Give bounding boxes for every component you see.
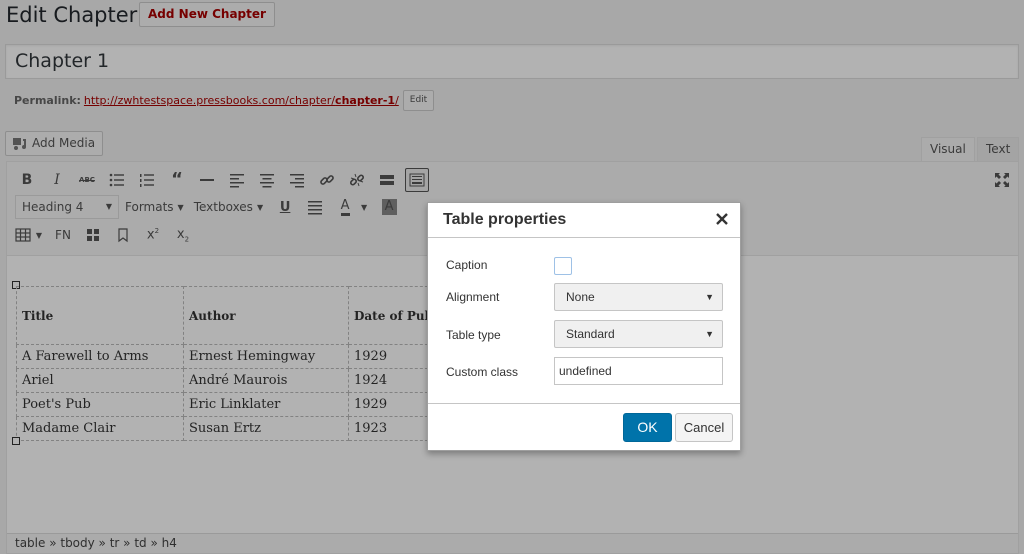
custom-class-label: Custom class [446,365,519,379]
table-type-select[interactable]: Standard ▼ [554,320,723,348]
alignment-select[interactable]: None ▼ [554,283,723,311]
alignment-label: Alignment [446,290,500,304]
ok-button[interactable]: OK [623,413,672,442]
alignment-value: None [566,290,595,304]
dialog-header: Table properties [428,203,740,238]
dialog-title: Table properties [443,211,567,228]
table-type-value: Standard [566,327,615,341]
chevron-down-icon: ▼ [705,292,714,302]
table-type-label: Table type [446,328,501,342]
close-icon[interactable] [715,212,729,226]
custom-class-input[interactable]: undefined [554,357,723,385]
dialog-footer: OK Cancel [428,403,740,450]
table-properties-dialog: Table properties Caption Alignment None … [427,202,741,451]
cancel-button[interactable]: Cancel [675,413,733,442]
caption-checkbox[interactable] [554,257,572,275]
chevron-down-icon: ▼ [705,329,714,339]
caption-label: Caption [446,258,488,272]
dialog-body: Caption Alignment None ▼ Table type Stan… [428,238,740,404]
